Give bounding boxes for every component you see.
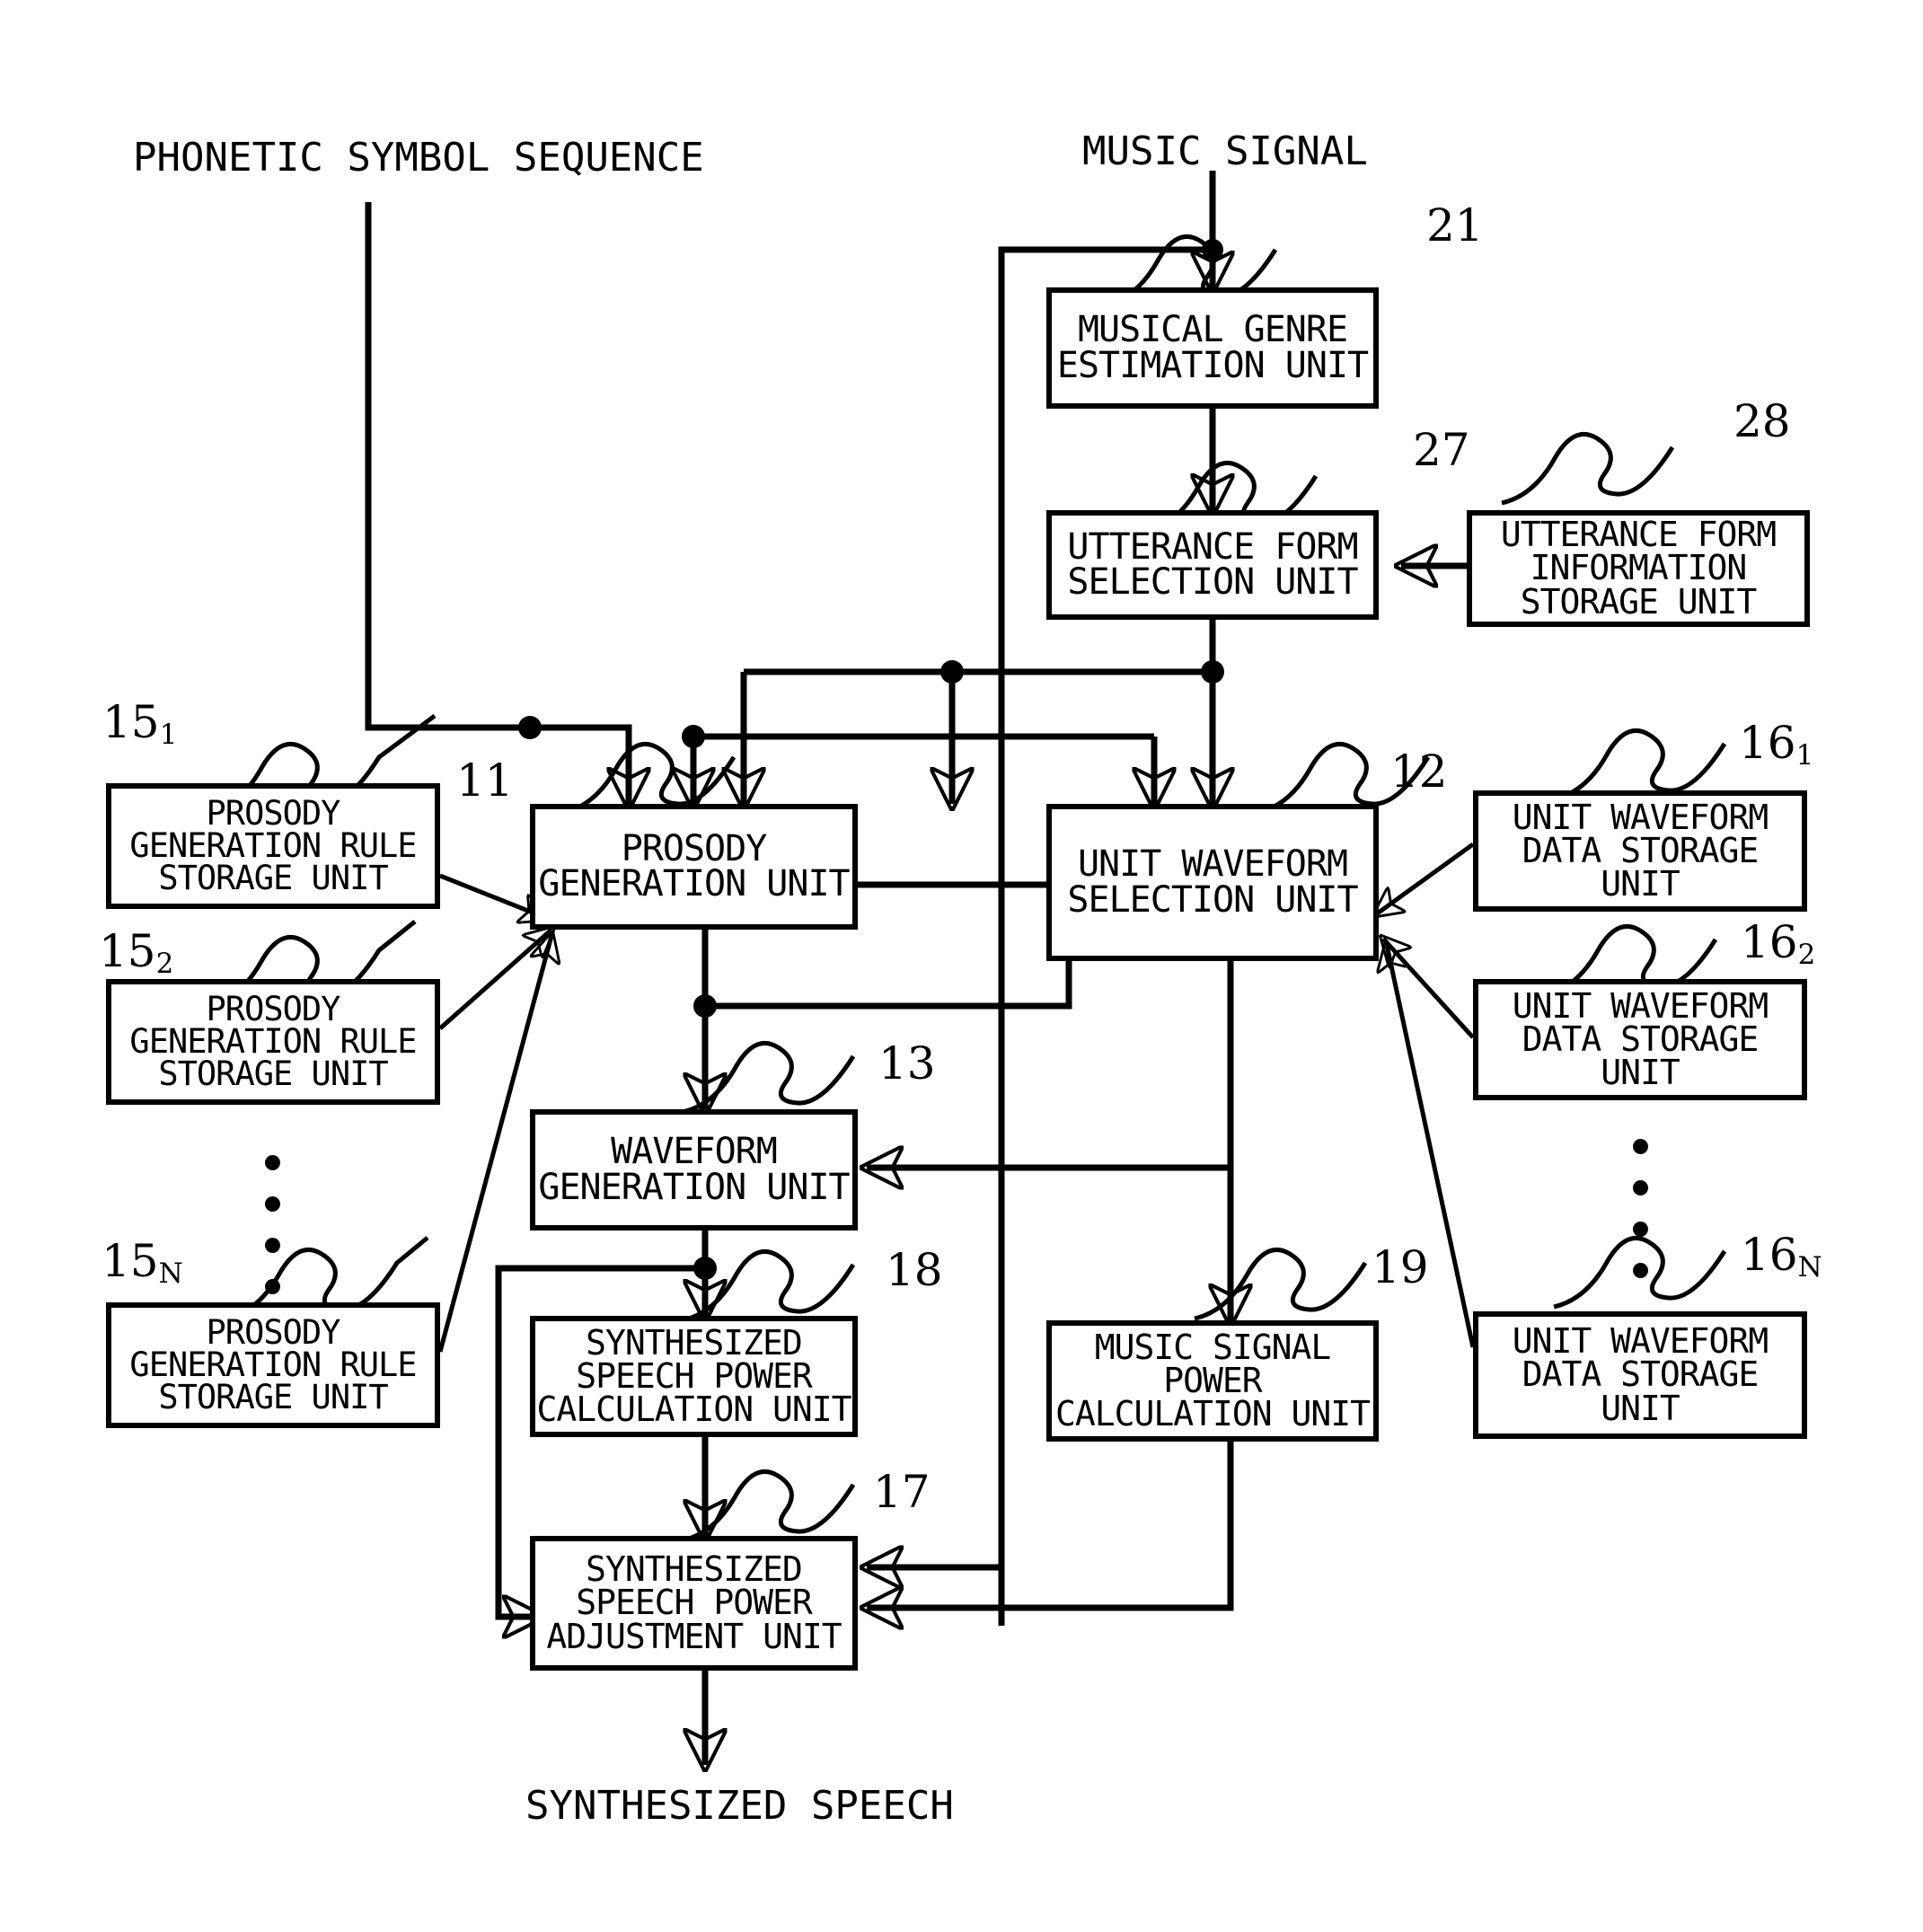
block-line: CALCULATION UNIT xyxy=(536,1389,851,1430)
ellipsis-unit-waveform-stores xyxy=(1633,1139,1648,1304)
block-prosody-generation-unit[interactable]: PROSODY GENERATION UNIT xyxy=(530,804,858,930)
block-line: STORAGE UNIT xyxy=(158,859,388,898)
figure-canvas: PHONETIC SYMBOL SEQUENCE MUSIC SIGNAL SY… xyxy=(0,0,1923,1932)
block-line: DATA STORAGE xyxy=(1522,830,1760,870)
ref-18: 18 xyxy=(886,1244,943,1296)
block-line: UNIT xyxy=(1601,1388,1680,1428)
label-music-signal: MUSIC SIGNAL xyxy=(1082,128,1368,174)
ref-12: 12 xyxy=(1390,745,1448,798)
ref-15-2: 152 xyxy=(99,925,174,980)
block-waveform-generation-unit[interactable]: WAVEFORM GENERATION UNIT xyxy=(530,1109,858,1231)
block-musical-genre-estimation-unit[interactable]: MUSICAL GENRE ESTIMATION UNIT xyxy=(1046,287,1379,409)
block-line: WAVEFORM xyxy=(611,1131,778,1173)
block-synthesized-speech-power-adjustment-unit[interactable]: SYNTHESIZED SPEECH POWER ADJUSTMENT UNIT xyxy=(530,1536,858,1671)
block-line: GENERATION RULE xyxy=(129,1021,417,1061)
ref-15-n: 15N xyxy=(101,1235,183,1290)
block-line: GENERATION UNIT xyxy=(538,1166,850,1208)
block-line: INFORMATION xyxy=(1530,548,1748,588)
block-line: MUSIC SIGNAL xyxy=(1094,1327,1332,1367)
block-unit-waveform-data-storage-unit-n[interactable]: UNIT WAVEFORM DATA STORAGE UNIT xyxy=(1473,1311,1807,1439)
block-line: UNIT WAVEFORM xyxy=(1512,985,1769,1026)
block-line: PROSODY xyxy=(621,827,768,869)
connector-layer xyxy=(207,171,1727,1932)
ref-13: 13 xyxy=(878,1037,936,1090)
ref-15-1: 151 xyxy=(102,696,178,751)
block-line: GENERATION RULE xyxy=(129,825,417,865)
block-line: SPEECH POWER xyxy=(576,1355,813,1396)
block-line: UNIT WAVEFORM xyxy=(1077,843,1348,886)
ref-19: 19 xyxy=(1372,1241,1429,1293)
block-line: GENERATION RULE xyxy=(129,1345,417,1384)
block-line: CALCULATION UNIT xyxy=(1054,1394,1371,1434)
block-utterance-form-information-storage-unit[interactable]: UTTERANCE FORM INFORMATION STORAGE UNIT xyxy=(1467,510,1810,627)
block-line: ADJUSTMENT UNIT xyxy=(546,1616,842,1656)
label-phonetic-symbol-sequence: PHONETIC SYMBOL SEQUENCE xyxy=(133,135,704,181)
block-unit-waveform-data-storage-unit-1[interactable]: UNIT WAVEFORM DATA STORAGE UNIT xyxy=(1473,790,1807,912)
block-unit-waveform-data-storage-unit-2[interactable]: UNIT WAVEFORM DATA STORAGE UNIT xyxy=(1473,979,1807,1100)
block-line: STORAGE UNIT xyxy=(158,1378,388,1417)
block-line: SYNTHESIZED xyxy=(586,1549,803,1590)
block-line: SYNTHESIZED xyxy=(586,1322,803,1363)
block-line: MUSICAL GENRE xyxy=(1077,309,1348,351)
block-prosody-generation-rule-storage-unit-2[interactable]: PROSODY GENERATION RULE STORAGE UNIT xyxy=(106,979,440,1105)
block-synthesized-speech-power-calculation-unit[interactable]: SYNTHESIZED SPEECH POWER CALCULATION UNI… xyxy=(530,1316,858,1437)
ref-21: 21 xyxy=(1426,199,1484,251)
ref-17: 17 xyxy=(873,1466,931,1518)
ref-16-n: 16N xyxy=(1741,1229,1822,1284)
block-prosody-generation-rule-storage-unit-n[interactable]: PROSODY GENERATION RULE STORAGE UNIT xyxy=(106,1302,440,1428)
block-line: PROSODY xyxy=(206,793,341,833)
block-unit-waveform-selection-unit[interactable]: UNIT WAVEFORM SELECTION UNIT xyxy=(1046,804,1379,961)
block-line: SELECTION UNIT xyxy=(1067,878,1358,921)
block-prosody-generation-rule-storage-unit-1[interactable]: PROSODY GENERATION RULE STORAGE UNIT xyxy=(106,783,440,909)
block-line: STORAGE UNIT xyxy=(1520,581,1758,622)
block-line: UNIT WAVEFORM xyxy=(1512,1321,1769,1362)
ref-16-2: 162 xyxy=(1741,916,1816,971)
label-synthesized-speech: SYNTHESIZED SPEECH xyxy=(525,1783,954,1829)
block-line: UNIT xyxy=(1601,1053,1680,1093)
block-line: SELECTION UNIT xyxy=(1067,561,1358,603)
ellipsis-prosody-rules xyxy=(265,1155,280,1320)
block-line: POWER xyxy=(1163,1360,1262,1400)
ref-27: 27 xyxy=(1413,424,1470,476)
block-line: STORAGE UNIT xyxy=(158,1054,388,1094)
block-utterance-form-selection-unit[interactable]: UTTERANCE FORM SELECTION UNIT xyxy=(1046,510,1379,620)
block-line: UTTERANCE FORM xyxy=(1500,515,1777,555)
block-line: PROSODY xyxy=(206,989,341,1028)
block-line: UNIT xyxy=(1601,864,1680,904)
ref-11: 11 xyxy=(456,754,514,807)
block-line: ESTIMATION UNIT xyxy=(1056,344,1369,386)
block-line: DATA STORAGE xyxy=(1522,1019,1760,1059)
block-line: UTTERANCE FORM xyxy=(1067,525,1358,568)
block-line: PROSODY xyxy=(206,1312,341,1352)
block-line: UNIT WAVEFORM xyxy=(1512,797,1769,837)
ref-28: 28 xyxy=(1733,395,1791,447)
ref-16-1: 161 xyxy=(1739,717,1814,772)
block-line: DATA STORAGE xyxy=(1522,1354,1760,1395)
block-line: SPEECH POWER xyxy=(576,1583,813,1623)
block-music-signal-power-calculation-unit[interactable]: MUSIC SIGNAL POWER CALCULATION UNIT xyxy=(1046,1320,1379,1442)
block-line: GENERATION UNIT xyxy=(538,863,850,904)
